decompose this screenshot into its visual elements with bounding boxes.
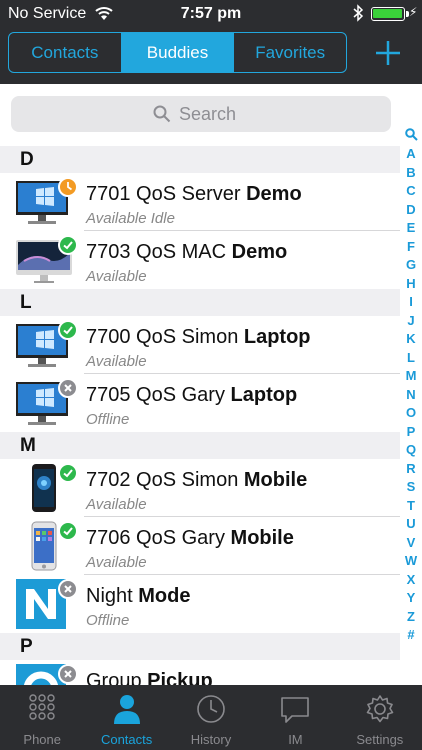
index-letter[interactable]: F: [407, 238, 415, 257]
offline-status-icon: [58, 579, 78, 599]
bottom-tab-bar: Phone Contacts History IM Settings: [0, 685, 422, 750]
available-status-icon: [58, 320, 78, 340]
index-letter[interactable]: E: [407, 219, 416, 238]
gear-icon: [366, 695, 394, 723]
index-letter[interactable]: T: [407, 497, 415, 516]
buddy-status: Available: [86, 554, 147, 571]
index-letter[interactable]: Z: [407, 608, 415, 627]
charging-bolt-icon: ⚡: [409, 5, 418, 19]
list-item[interactable]: Night Mode Offline: [0, 575, 400, 633]
bluetooth-icon: [353, 4, 364, 22]
tab-im[interactable]: IM: [253, 685, 337, 750]
buddy-name: 7701 QoS Server Demo: [86, 183, 302, 205]
idle-status-icon: [58, 177, 78, 197]
section-header-p: P: [0, 633, 400, 660]
index-letter[interactable]: N: [406, 386, 415, 405]
buddy-name: 7702 QoS Simon Mobile: [86, 469, 308, 491]
buddy-status: Available: [86, 268, 147, 285]
buddy-name: 7703 QoS MAC Demo: [86, 241, 288, 263]
available-status-icon: [58, 463, 78, 483]
clock-icon: [197, 695, 225, 723]
tab-label: Settings: [356, 732, 404, 747]
alphabet-index[interactable]: A B C D E F G H I J K L M N O P Q R S T …: [400, 128, 422, 648]
list-item[interactable]: 7702 QoS Simon Mobile Available: [0, 459, 400, 517]
tab-label: Contacts: [100, 732, 153, 747]
buddy-status: Available: [86, 496, 147, 513]
app-header: No Service 7:57 pm ⚡ Contacts Buddies Fa…: [0, 0, 422, 84]
chat-bubble-icon: [281, 697, 310, 723]
buddy-status: Offline: [86, 612, 130, 629]
buddy-name: Night Mode: [86, 585, 191, 607]
index-letter[interactable]: D: [406, 201, 415, 220]
tab-label: IM: [288, 732, 303, 747]
tab-settings[interactable]: Settings: [338, 685, 422, 750]
status-bar: No Service 7:57 pm ⚡: [0, 0, 422, 28]
index-letter[interactable]: J: [407, 312, 414, 331]
section-header-m: M: [0, 432, 400, 459]
list-item[interactable]: Group Pickup: [0, 660, 400, 685]
list-item[interactable]: 7701 QoS Server Demo Available Idle: [0, 173, 400, 231]
tab-contacts-bottom[interactable]: Contacts: [84, 685, 168, 750]
index-letter[interactable]: I: [409, 293, 413, 312]
section-header-l: L: [0, 289, 400, 316]
buddy-name: 7705 QoS Gary Laptop: [86, 384, 298, 406]
search-bar[interactable]: [11, 96, 391, 132]
search-icon: [153, 105, 171, 123]
index-letter[interactable]: M: [406, 367, 417, 386]
buddy-name: 7706 QoS Gary Mobile: [86, 527, 294, 549]
list-item[interactable]: 7706 QoS Gary Mobile Available: [0, 517, 400, 575]
buddy-name: Group Pickup: [86, 670, 213, 685]
search-area: [0, 84, 422, 146]
keypad-icon: [29, 694, 55, 720]
search-input[interactable]: [179, 103, 249, 125]
tab-buddies[interactable]: Buddies: [120, 33, 234, 72]
index-letter[interactable]: A: [406, 145, 415, 164]
tab-favorites[interactable]: Favorites: [233, 33, 346, 72]
index-letter[interactable]: U: [406, 515, 415, 534]
index-letter[interactable]: O: [406, 404, 416, 423]
buddy-status: Offline: [86, 411, 130, 428]
index-letter[interactable]: S: [407, 478, 416, 497]
buddy-status: Available: [86, 353, 147, 370]
offline-status-icon: [58, 378, 78, 398]
list-item[interactable]: 7703 QoS MAC Demo Available: [0, 231, 400, 289]
index-letter[interactable]: K: [406, 330, 415, 349]
index-search-icon[interactable]: [404, 128, 418, 141]
buddy-name: 7700 QoS Simon Laptop: [86, 326, 311, 348]
tab-history[interactable]: History: [169, 685, 253, 750]
index-letter[interactable]: Q: [406, 441, 416, 460]
available-status-icon: [58, 521, 78, 541]
index-letter[interactable]: L: [407, 349, 415, 368]
tab-contacts[interactable]: Contacts: [9, 33, 121, 72]
battery-icon: [371, 7, 405, 21]
index-letter[interactable]: C: [406, 182, 415, 201]
index-letter[interactable]: X: [407, 571, 416, 590]
plus-icon[interactable]: [373, 38, 403, 68]
list-item[interactable]: 7700 QoS Simon Laptop Available: [0, 316, 400, 374]
available-status-icon: [58, 235, 78, 255]
person-icon: [113, 695, 140, 724]
index-letter[interactable]: W: [405, 552, 417, 571]
index-letter[interactable]: #: [407, 626, 414, 645]
section-header-d: D: [0, 146, 400, 173]
index-letter[interactable]: B: [406, 164, 415, 183]
tab-label: History: [190, 732, 232, 747]
index-letter[interactable]: G: [406, 256, 416, 275]
index-letter[interactable]: R: [406, 460, 415, 479]
index-letter[interactable]: P: [407, 423, 416, 442]
index-letter[interactable]: H: [406, 275, 415, 294]
index-letter[interactable]: Y: [407, 589, 416, 608]
index-letter[interactable]: V: [407, 534, 416, 553]
buddy-list: D 7701 QoS Server Demo Available Idle 77…: [0, 146, 400, 685]
view-segmented-control: Contacts Buddies Favorites: [8, 32, 347, 73]
battery-level: [373, 9, 402, 18]
tab-phone[interactable]: Phone: [0, 685, 84, 750]
buddy-status: Available Idle: [86, 210, 175, 227]
offline-status-icon: [58, 664, 78, 684]
tab-label: Phone: [23, 732, 61, 747]
list-item[interactable]: 7705 QoS Gary Laptop Offline: [0, 374, 400, 432]
